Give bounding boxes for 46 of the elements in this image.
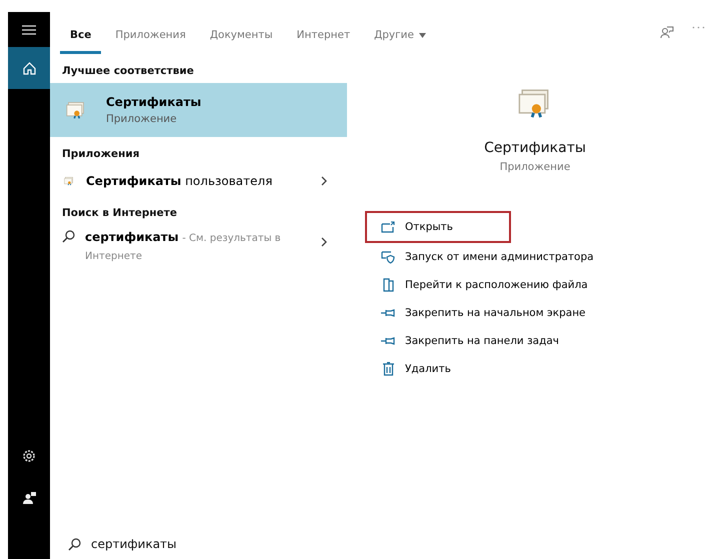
result-item[interactable]: Сертификаты пользователя bbox=[50, 166, 347, 196]
action-item[interactable]: Перейти к расположению файла bbox=[365, 271, 606, 299]
settings-icon[interactable] bbox=[22, 449, 36, 463]
search-icon bbox=[62, 230, 75, 243]
result-type: Приложение bbox=[106, 113, 178, 125]
menu-icon[interactable] bbox=[22, 24, 36, 34]
person-chat-icon bbox=[660, 26, 674, 39]
filter-tab[interactable]: Приложения bbox=[105, 12, 196, 54]
pin-icon bbox=[381, 308, 395, 318]
user-icon[interactable] bbox=[22, 492, 36, 504]
result-title: Сертификаты пользователя bbox=[86, 174, 272, 188]
filter-tab[interactable]: Все bbox=[60, 12, 102, 54]
certificate-icon bbox=[64, 176, 74, 186]
more-button[interactable] bbox=[692, 26, 705, 29]
pin-icon bbox=[381, 336, 395, 346]
filter-tab[interactable]: Интернет bbox=[286, 12, 360, 54]
result-item[interactable]: сертификаты - См. результаты в Интернете bbox=[50, 225, 347, 265]
trash-icon bbox=[382, 362, 394, 376]
section-heading: Лучшее соответствие bbox=[61, 64, 195, 79]
chevron-right-icon[interactable] bbox=[321, 237, 327, 247]
chevron-right-icon[interactable] bbox=[321, 176, 327, 186]
document-icon bbox=[382, 278, 394, 292]
search-field[interactable]: сертификаты bbox=[91, 537, 291, 551]
home-icon[interactable] bbox=[22, 62, 36, 74]
app-type: Приложение bbox=[500, 161, 570, 173]
action-item[interactable]: Удалить bbox=[365, 355, 469, 383]
window-arrow-icon bbox=[381, 221, 395, 233]
more-icon bbox=[692, 26, 705, 29]
search-icon bbox=[68, 538, 81, 550]
action-item[interactable]: Запуск от имени администратора bbox=[365, 243, 612, 271]
window-shield-icon bbox=[381, 250, 395, 264]
feedback-button[interactable] bbox=[660, 26, 674, 39]
filter-tab[interactable]: Документы bbox=[200, 12, 283, 54]
result-item[interactable]: Сертификаты Приложение bbox=[50, 83, 347, 137]
result-title: Сертификаты bbox=[106, 95, 202, 109]
action-item[interactable]: Открыть bbox=[365, 211, 511, 243]
section-heading: Приложения bbox=[61, 147, 140, 162]
sidebar-button[interactable] bbox=[8, 47, 50, 89]
web-search-suggestion: сертификаты - См. результаты в Интернете bbox=[85, 229, 282, 264]
caret-icon bbox=[418, 33, 426, 38]
filter-dropdown[interactable]: Другие bbox=[364, 12, 436, 54]
app-title: Сертификаты bbox=[484, 140, 586, 156]
section-heading: Поиск в Интернете bbox=[61, 206, 178, 221]
certificate-icon bbox=[66, 100, 86, 120]
action-item[interactable]: Закрепить на панели задач bbox=[365, 327, 578, 355]
action-item[interactable]: Закрепить на начальном экране bbox=[365, 299, 604, 327]
